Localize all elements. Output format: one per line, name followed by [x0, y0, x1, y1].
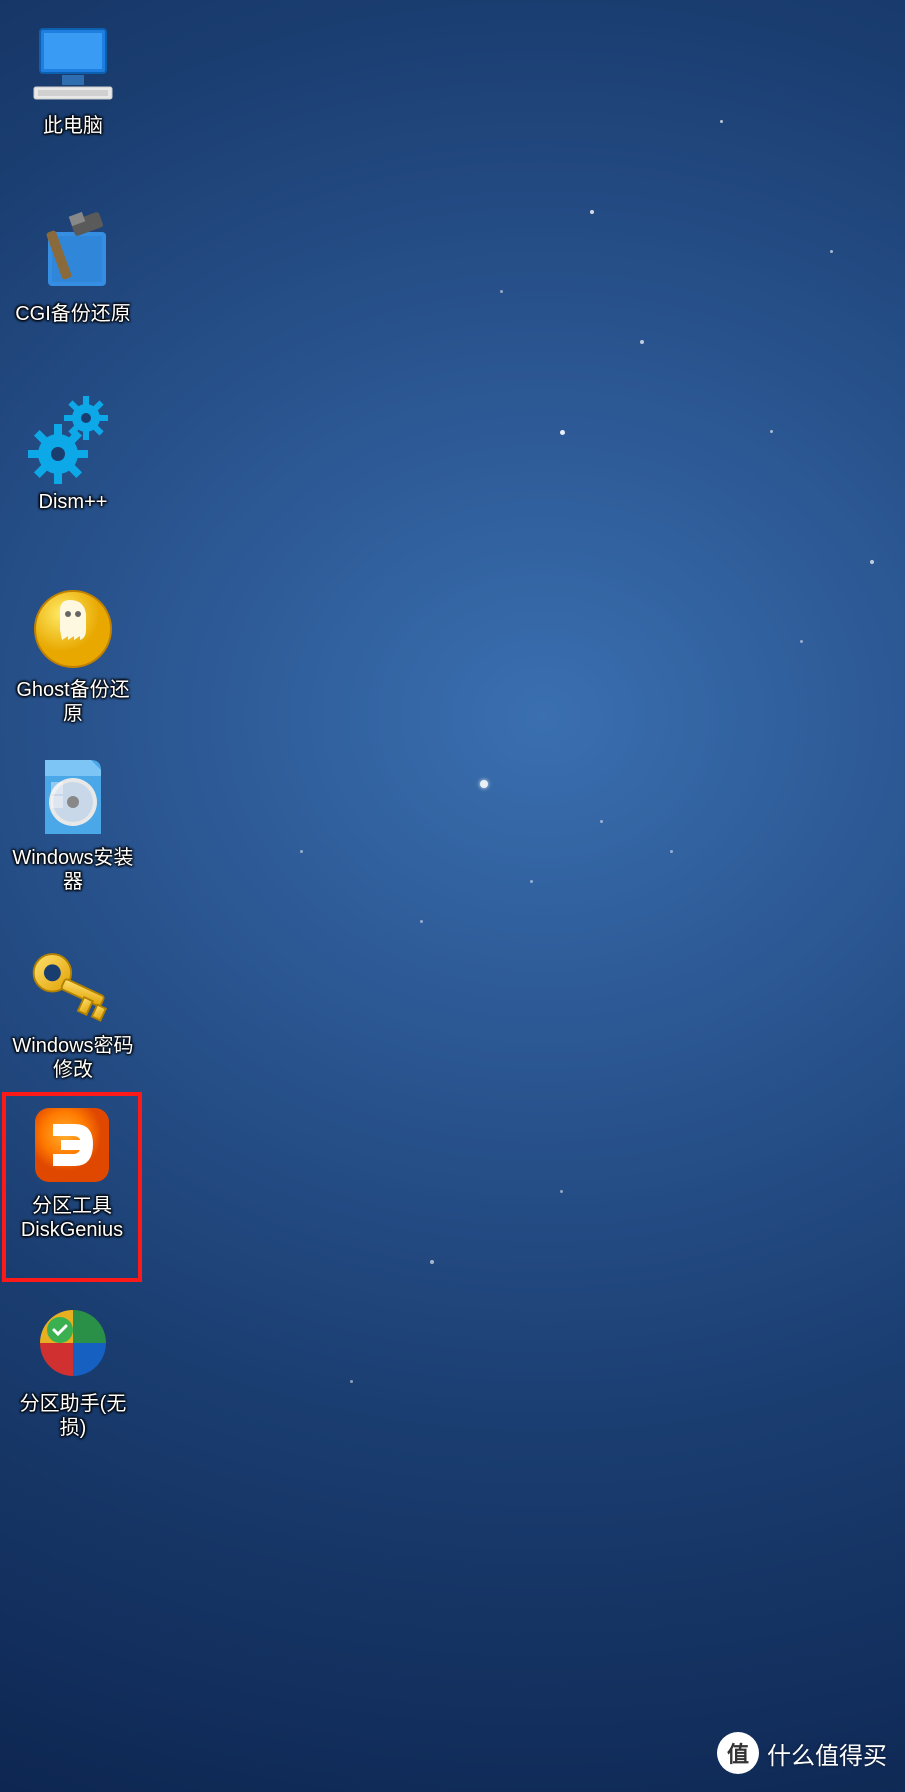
star-speckle [300, 850, 303, 853]
star-speckle [560, 1190, 563, 1193]
desktop-icon-ghost-backup[interactable]: Ghost备份还原 [8, 574, 138, 742]
star-speckle [720, 120, 723, 123]
star-speckle [800, 640, 803, 643]
watermark-badge-icon: 值 [717, 1732, 759, 1774]
icon-label: CGI备份还原 [15, 302, 131, 326]
ghost-icon [28, 584, 118, 674]
star-speckle [670, 850, 673, 853]
star-speckle [640, 340, 644, 344]
star-speckle [770, 430, 773, 433]
star-speckle [830, 250, 833, 253]
star-speckle [500, 290, 503, 293]
star-speckle [590, 210, 594, 214]
desktop-icon-windows-password[interactable]: Windows密码修改 [8, 930, 138, 1098]
icon-label: 此电脑 [43, 114, 103, 138]
key-icon [28, 940, 118, 1030]
icon-label: 分区工具DiskGenius [8, 1194, 136, 1242]
star-speckle [560, 430, 565, 435]
diskgenius-icon [27, 1100, 117, 1190]
icon-label: Windows安装器 [8, 846, 138, 894]
desktop-icon-windows-installer[interactable]: Windows安装器 [8, 742, 138, 930]
icon-label: Ghost备份还原 [8, 678, 138, 726]
desktop-icon-this-pc[interactable]: 此电脑 [8, 10, 138, 198]
icon-label: Windows密码修改 [8, 1034, 138, 1082]
star-speckle [530, 880, 533, 883]
gears-icon [28, 396, 118, 486]
star-speckle [480, 780, 488, 788]
desktop-icon-diskgenius[interactable]: 分区工具DiskGenius [2, 1092, 142, 1282]
star-speckle [420, 920, 423, 923]
desktop-icon-dism[interactable]: Dism++ [8, 386, 138, 574]
star-speckle [870, 560, 874, 564]
watermark: 值 什么值得买 [717, 1732, 887, 1774]
disc-icon [28, 752, 118, 842]
star-speckle [600, 820, 603, 823]
desktop-icon-grid: 此电脑 CGI备份还原 [8, 10, 142, 1456]
icon-label: 分区助手(无损) [8, 1392, 138, 1440]
star-speckle [430, 1260, 434, 1264]
icon-label: Dism++ [39, 490, 108, 514]
hammer-icon [28, 208, 118, 298]
partition-icon [28, 1298, 118, 1388]
desktop-icon-partition-assistant[interactable]: 分区助手(无损) [8, 1288, 138, 1456]
star-speckle [350, 1380, 353, 1383]
desktop-icon-cgi-backup[interactable]: CGI备份还原 [8, 198, 138, 386]
computer-icon [28, 20, 118, 110]
watermark-text: 什么值得买 [767, 1736, 887, 1771]
